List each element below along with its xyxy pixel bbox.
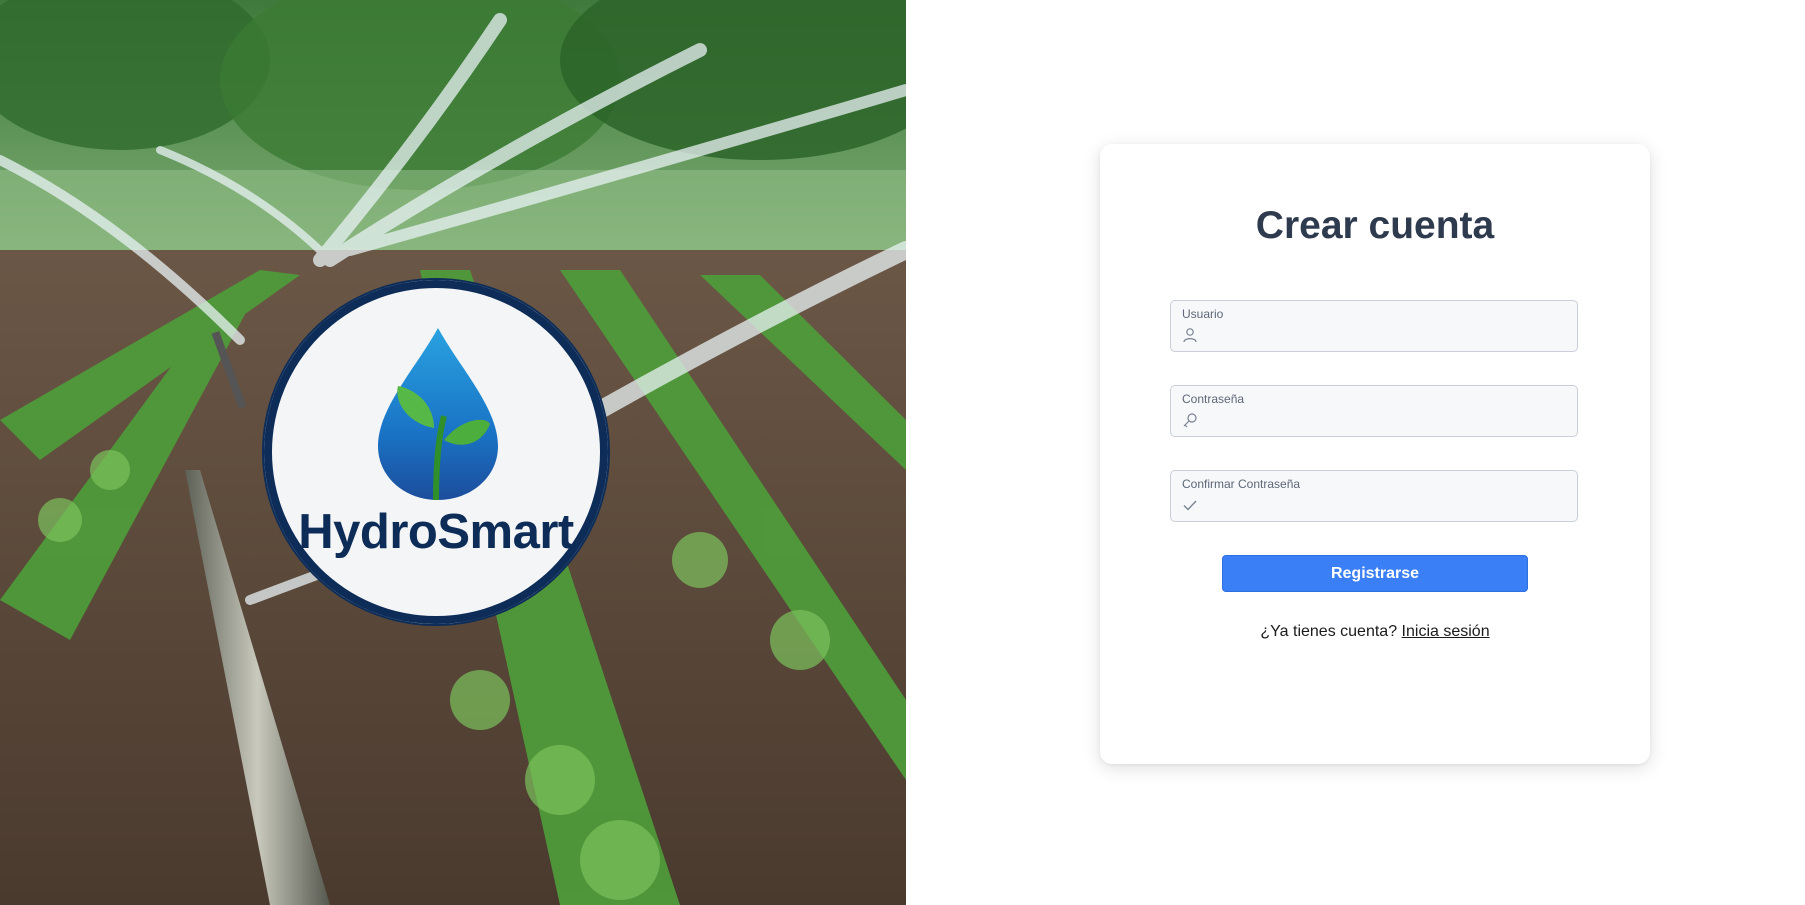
hydrosmart-logo: HydroSmart: [262, 278, 610, 626]
username-input[interactable]: [1207, 325, 1571, 349]
confirm-password-input[interactable]: [1207, 495, 1571, 519]
username-field[interactable]: Usuario: [1170, 300, 1578, 352]
brand-name: HydroSmart: [298, 505, 574, 559]
password-label: Contraseña: [1182, 392, 1245, 406]
login-prompt: ¿Ya tienes cuenta? Inicia sesión: [1100, 623, 1650, 641]
check-icon: [1183, 500, 1197, 511]
register-button[interactable]: Registrarse: [1222, 555, 1528, 592]
user-icon: [1183, 328, 1197, 343]
water-drop-leaf-icon: [378, 328, 498, 501]
signup-card: Crear cuenta Usuario Contraseña Confirma…: [1100, 144, 1650, 764]
confirm-password-label: Confirmar Contraseña: [1182, 477, 1301, 491]
password-input[interactable]: [1207, 410, 1571, 434]
confirm-password-field[interactable]: Confirmar Contraseña: [1170, 470, 1578, 522]
key-icon: [1183, 413, 1197, 428]
hero-image-panel: HydroSmart: [0, 0, 906, 905]
username-label: Usuario: [1182, 307, 1224, 321]
page-title: Crear cuenta: [1255, 204, 1495, 247]
login-link[interactable]: Inicia sesión: [1402, 623, 1490, 640]
login-prompt-text: ¿Ya tienes cuenta?: [1260, 623, 1398, 640]
password-field[interactable]: Contraseña: [1170, 385, 1578, 437]
